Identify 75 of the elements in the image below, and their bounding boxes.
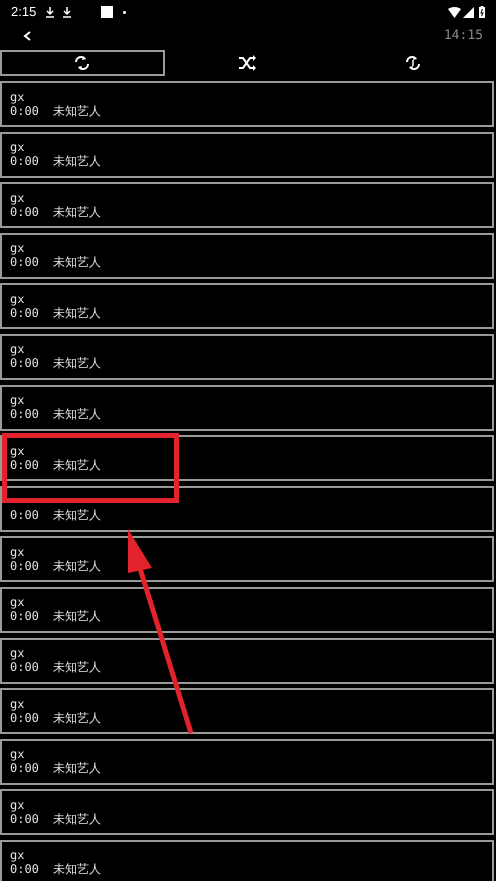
track-row[interactable]: gx 0:00 未知艺人 <box>0 283 494 330</box>
track-row[interactable]: gx 0:00 未知艺人 <box>0 182 494 228</box>
track-duration: 0:00 <box>10 458 39 472</box>
track-artist: 未知艺人 <box>52 204 101 219</box>
shuffle-icon <box>238 54 258 72</box>
track-duration: 0:00 <box>10 609 39 624</box>
track-duration: 0:00 <box>10 306 39 320</box>
track-artist: 未知艺人 <box>52 255 101 270</box>
track-duration: 0:00 <box>10 761 39 776</box>
track-title: gx <box>10 90 24 104</box>
track-artist: 未知艺人 <box>52 458 101 472</box>
track-title: gx <box>10 444 24 458</box>
track-artist: 未知艺人 <box>52 812 101 826</box>
track-artist: 未知艺人 <box>52 154 101 168</box>
track-title: gx <box>10 241 24 256</box>
square-icon <box>101 6 114 18</box>
download-icon <box>46 6 54 18</box>
track-row[interactable]: gx 0:00 未知艺人 <box>0 738 494 785</box>
track-artist: 未知艺人 <box>52 356 101 370</box>
track-artist: 未知艺人 <box>52 306 101 320</box>
track-row[interactable]: gx 0:00 未知艺人 <box>0 232 494 279</box>
track-title: gx <box>10 140 24 154</box>
track-artist: 未知艺人 <box>52 660 101 674</box>
track-row[interactable]: gx 0:00 未知艺人 <box>0 132 494 178</box>
track-duration: 0:00 <box>10 154 39 168</box>
track-artist: 未知艺人 <box>52 862 101 876</box>
signal-icon <box>463 6 474 18</box>
repeat-one-icon <box>404 54 423 72</box>
track-title: gx <box>10 342 24 356</box>
track-title: gx <box>10 393 24 408</box>
track-title: gx <box>10 848 24 862</box>
download-icon <box>63 6 72 18</box>
track-row[interactable]: gx 0:00 未知艺人 <box>0 334 494 380</box>
track-row[interactable]: gx 0:00 未知艺人 <box>0 536 494 582</box>
track-duration: 0:00 <box>10 255 39 270</box>
clock: 14:15 <box>444 27 483 46</box>
battery-icon <box>479 6 485 18</box>
track-duration: 0:00 <box>10 710 39 725</box>
track-row[interactable]: gx 0:00 未知艺人 <box>0 586 494 633</box>
track-artist: 未知艺人 <box>52 104 101 118</box>
track-title: gx <box>10 544 24 559</box>
track-title: gx <box>10 747 24 762</box>
track-row[interactable]: gx 0:00 未知艺人 <box>0 435 494 482</box>
track-row[interactable]: gx 0:00 未知艺人 <box>0 688 494 734</box>
track-artist: 未知艺人 <box>52 761 101 776</box>
track-row[interactable]: 0:00 未知艺人 <box>0 486 494 532</box>
track-row[interactable]: gx 0:00 未知艺人 <box>0 840 494 881</box>
track-artist: 未知艺人 <box>52 609 101 624</box>
track-duration: 0:00 <box>10 660 39 674</box>
track-title: gx <box>10 696 24 711</box>
track-duration: 0:00 <box>10 812 39 826</box>
track-duration: 0:00 <box>10 104 39 118</box>
track-title: gx <box>10 595 24 610</box>
track-row[interactable]: gx 0:00 未知艺人 <box>0 81 494 127</box>
track-row[interactable]: gx 0:00 未知艺人 <box>0 384 494 431</box>
track-artist: 未知艺人 <box>52 558 101 573</box>
track-row[interactable]: gx 0:00 未知艺人 <box>0 789 494 836</box>
track-duration: 0:00 <box>10 356 39 370</box>
track-artist: 未知艺人 <box>52 710 101 725</box>
track-duration: 0:00 <box>10 508 39 522</box>
track-title: gx <box>10 190 24 205</box>
status-time: 2:15 <box>11 3 36 22</box>
track-duration: 0:00 <box>10 204 39 219</box>
wifi-icon <box>448 6 461 18</box>
track-duration: 0:00 <box>10 558 39 573</box>
track-title: gx <box>10 646 24 660</box>
track-duration: 0:00 <box>10 407 39 422</box>
track-artist: 未知艺人 <box>52 407 101 422</box>
back-icon <box>22 31 32 41</box>
track-row[interactable]: gx 0:00 未知艺人 <box>0 638 494 684</box>
mode-tab[interactable] <box>0 50 166 76</box>
track-duration: 0:00 <box>10 862 39 876</box>
track-artist: 未知艺人 <box>52 508 101 522</box>
track-title: gx <box>10 798 24 812</box>
track-title: gx <box>10 292 24 306</box>
